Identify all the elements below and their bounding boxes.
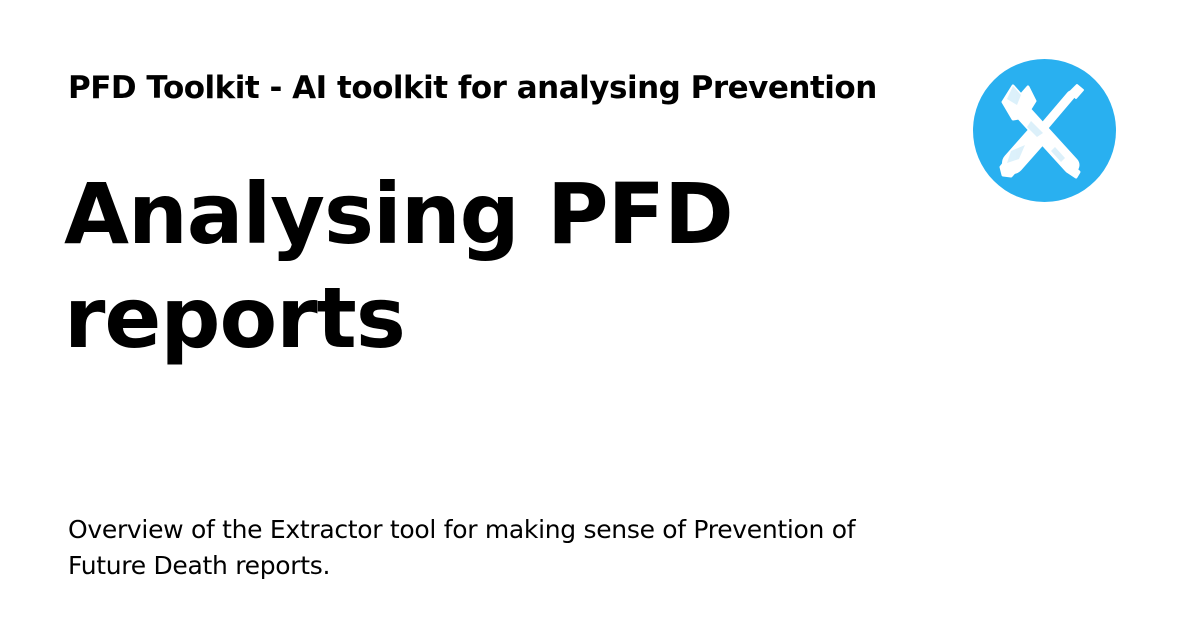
logo xyxy=(973,59,1116,202)
description-line-2: Future Death reports. xyxy=(68,551,331,580)
site-name: PFD Toolkit - AI toolkit for analysing P… xyxy=(68,70,877,106)
page-description: Overview of the Extractor tool for makin… xyxy=(68,512,928,584)
page-title-line-1: Analysing PFD xyxy=(64,165,734,263)
description-line-1: Overview of the Extractor tool for makin… xyxy=(68,515,856,544)
page-title-line-2: reports xyxy=(64,269,406,367)
page-title: Analysing PFD reports xyxy=(64,162,884,370)
tools-icon xyxy=(973,59,1116,202)
